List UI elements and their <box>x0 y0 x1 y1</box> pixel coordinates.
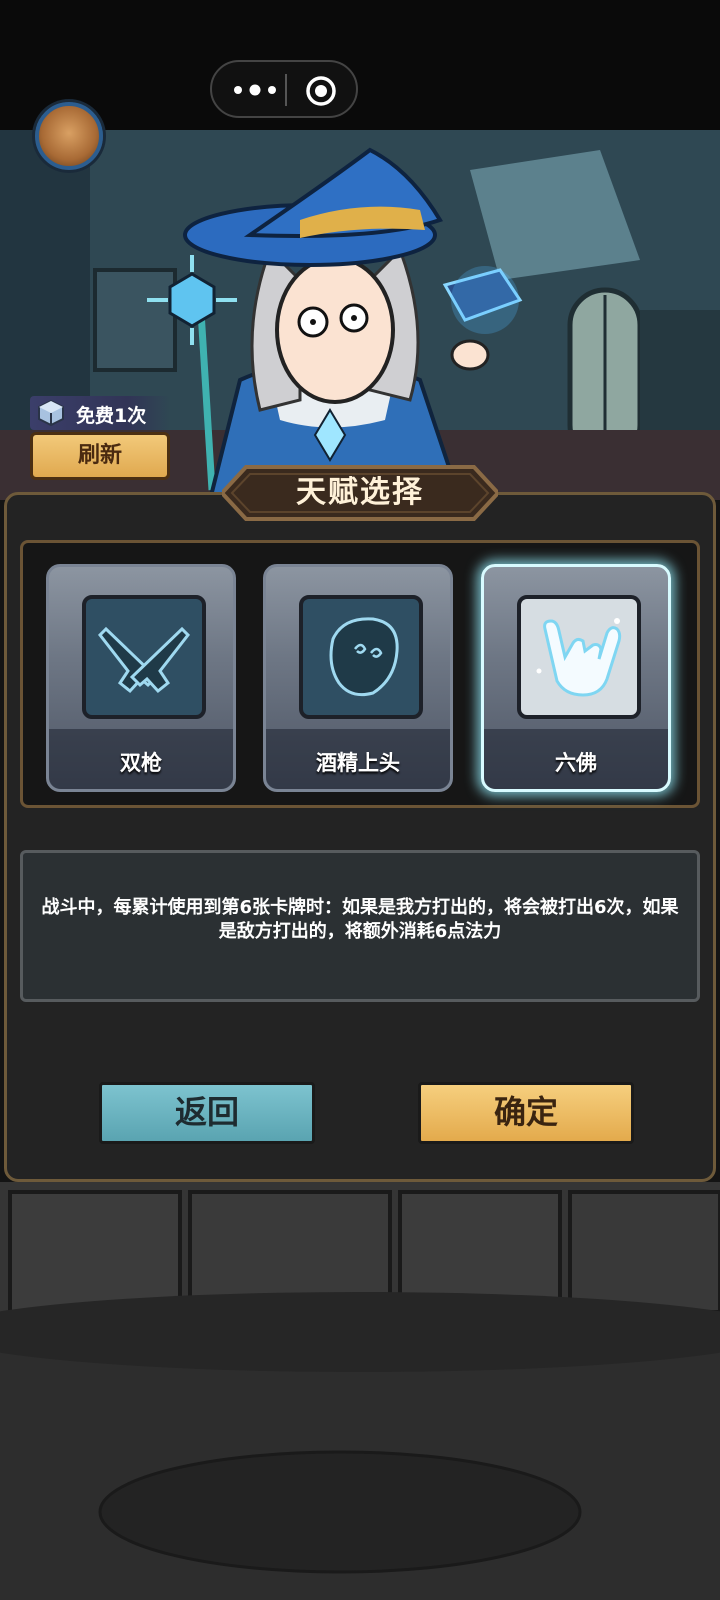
back-button[interactable]: 返回 <box>99 1082 315 1144</box>
capsule-divider <box>285 74 287 106</box>
shaka-hand-icon <box>536 618 622 697</box>
talent-card-double-guns[interactable]: 双枪 <box>46 564 236 792</box>
free-count-text: 免费1次 <box>76 405 147 427</box>
talent-card-six-buddha[interactable]: 六佛 <box>481 564 671 792</box>
card-label: 双枪 <box>120 751 162 775</box>
target-circle-icon[interactable] <box>304 74 338 108</box>
talent-description: 战斗中，每累计使用到第6张卡牌时：如果是我方打出的，将会被打出6次，如果是敌方打… <box>41 897 679 942</box>
card-icon-frame <box>299 595 423 719</box>
talent-card-drunk[interactable]: 酒精上头 <box>263 564 453 792</box>
more-dots-icon[interactable] <box>230 76 280 104</box>
card-label: 六佛 <box>555 751 597 775</box>
floor-background <box>0 1182 720 1600</box>
dizzy-head-icon <box>329 617 399 697</box>
card-icon-frame <box>517 595 641 719</box>
cube-icon <box>38 399 64 427</box>
system-top-bar <box>0 0 720 130</box>
confirm-button[interactable]: 确定 <box>418 1082 634 1144</box>
player-avatar[interactable] <box>35 102 103 170</box>
mini-program-capsule <box>210 60 358 118</box>
card-label: 酒精上头 <box>316 751 400 775</box>
stone-floor-art <box>0 1182 720 1600</box>
crossed-pistols-icon <box>98 626 190 694</box>
card-icon-frame <box>82 595 206 719</box>
refresh-button[interactable]: 刷新 <box>30 432 170 480</box>
free-refresh-badge: 免费1次 <box>30 396 170 430</box>
panel-title: 天赋选择 <box>296 475 424 510</box>
